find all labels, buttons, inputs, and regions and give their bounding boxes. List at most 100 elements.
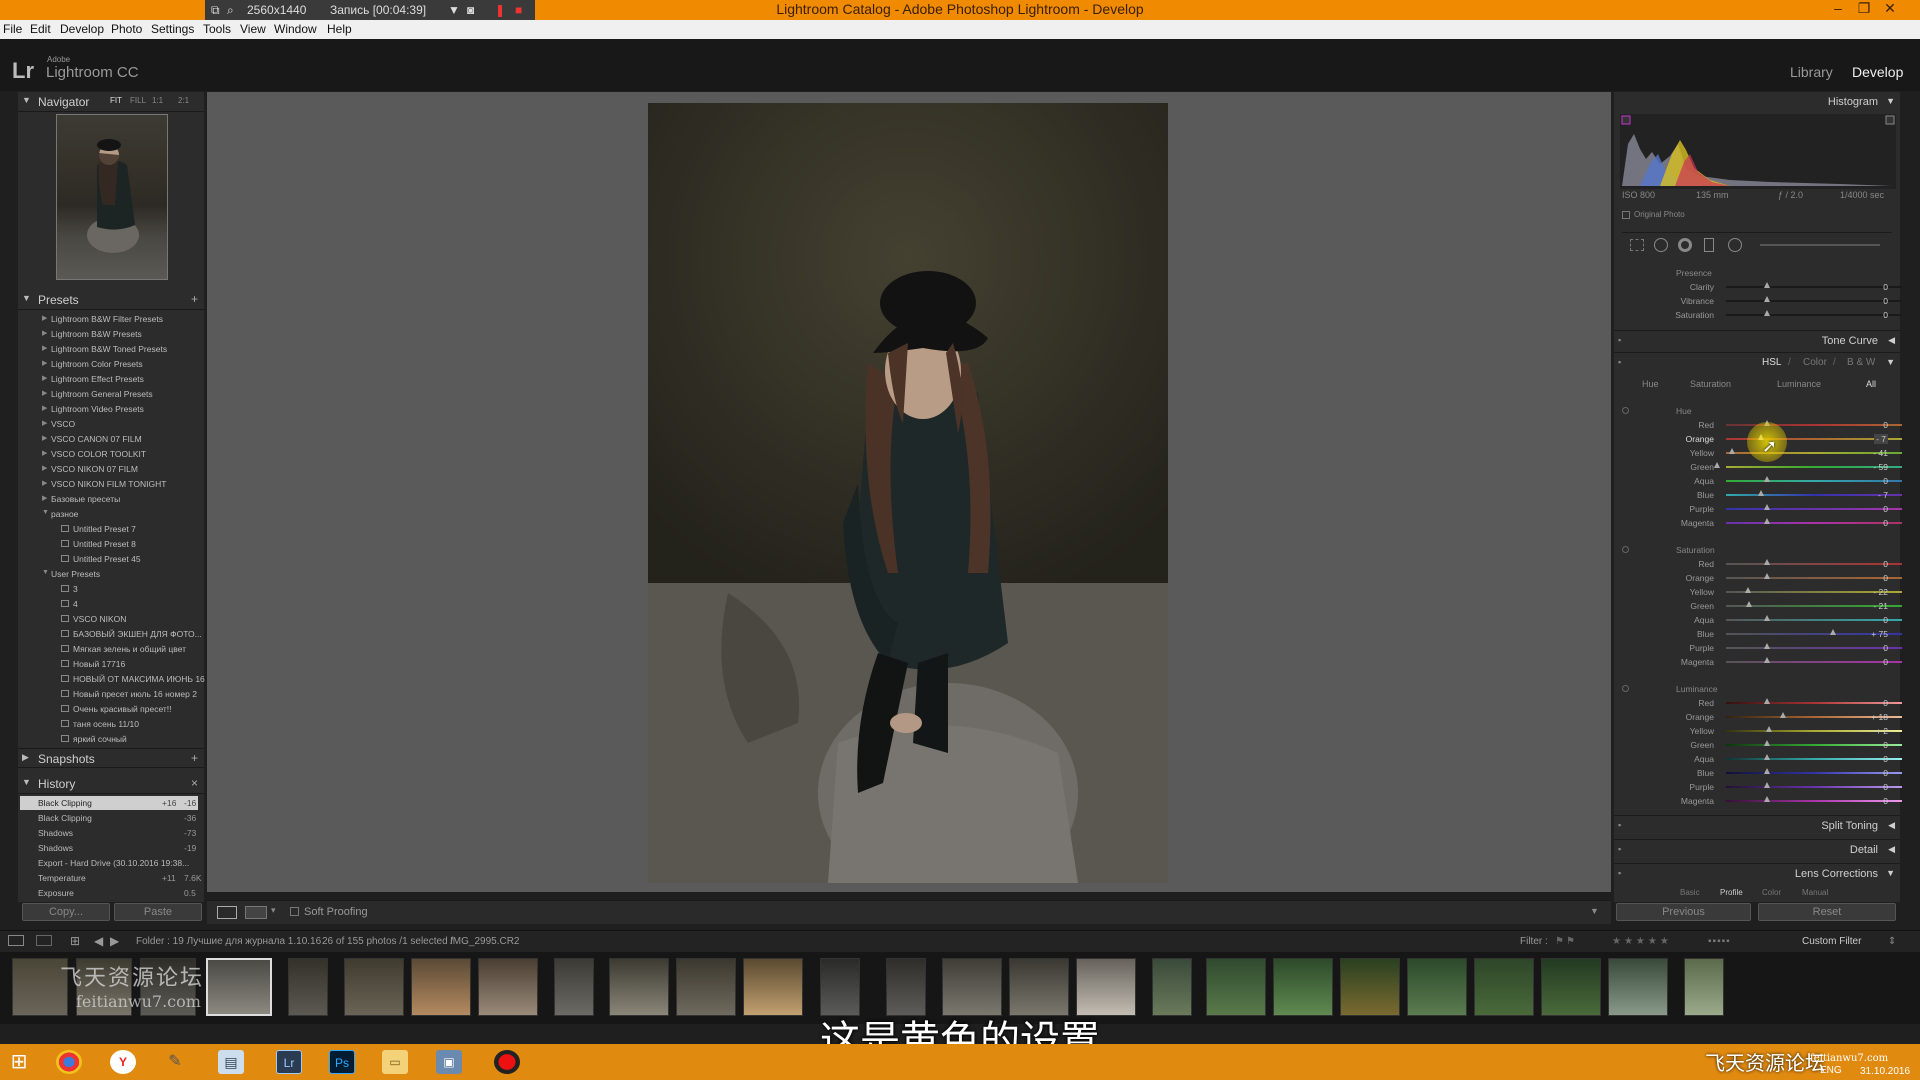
slider-track[interactable] xyxy=(1726,314,1902,316)
zoom-2to1[interactable]: 2:1 xyxy=(178,96,189,105)
selected-file[interactable]: IMG_2995.CR2 xyxy=(450,936,519,947)
preset-group[interactable]: ▶ Базовые пресеты xyxy=(42,494,120,504)
lum-magenta[interactable]: Magenta 0 xyxy=(1628,794,1902,808)
slider-track[interactable] xyxy=(1726,494,1902,496)
panel-switch-icon[interactable]: ▪ xyxy=(1618,820,1621,830)
image-viewer-icon[interactable]: ▣ xyxy=(436,1050,462,1074)
slider-thumb[interactable] xyxy=(1764,657,1770,663)
subtab-hue[interactable]: Hue xyxy=(1642,379,1659,389)
slider-thumb[interactable] xyxy=(1764,518,1770,524)
history-row[interactable]: Temperature +11 7.6K xyxy=(20,871,202,885)
slider-value[interactable]: 0 xyxy=(1883,504,1888,514)
slider-clarity[interactable]: Clarity 0 xyxy=(1628,280,1902,294)
module-develop[interactable]: Develop xyxy=(1852,64,1903,80)
menu-view[interactable]: View xyxy=(240,22,266,36)
slider-value[interactable]: - 7 xyxy=(1874,434,1888,444)
preset-item[interactable]: Untitled Preset 45 xyxy=(61,554,141,564)
navigator-thumbnail[interactable] xyxy=(56,114,168,280)
history-row[interactable]: Black Clipping -36 xyxy=(20,811,198,825)
slider-value[interactable]: - 7 xyxy=(1878,490,1888,500)
history-row-selected[interactable]: Black Clipping +16 -16 xyxy=(20,796,198,810)
slider-track[interactable] xyxy=(1726,744,1902,746)
recorder-pause-icon[interactable]: ❚ xyxy=(495,3,505,17)
lens-tab-manual[interactable]: Manual xyxy=(1802,888,1828,897)
original-photo-checkbox[interactable] xyxy=(1622,211,1630,219)
lum-green[interactable]: Green 0 xyxy=(1628,738,1902,752)
hue-magenta[interactable]: Magenta 0 xyxy=(1628,516,1902,530)
slider-thumb[interactable] xyxy=(1780,712,1786,718)
spot-removal-icon[interactable] xyxy=(1654,238,1668,252)
menu-window[interactable]: Window xyxy=(274,22,317,36)
sat-blue[interactable]: Blue + 75 xyxy=(1628,627,1902,641)
sat-yellow[interactable]: Yellow - 22 xyxy=(1628,585,1902,599)
slider-thumb[interactable] xyxy=(1764,782,1770,788)
preset-group[interactable]: ▶ VSCO NIKON 07 FILM xyxy=(42,464,138,474)
lum-purple[interactable]: Purple 0 xyxy=(1628,780,1902,794)
windows-start-icon[interactable]: ⊞ xyxy=(6,1050,32,1074)
slider-value[interactable]: 0 xyxy=(1883,559,1888,569)
slider-vibrance[interactable]: Vibrance 0 xyxy=(1628,294,1902,308)
preset-group[interactable]: ▶ Lightroom Effect Presets xyxy=(42,374,144,384)
preset-group[interactable]: ▶ Lightroom General Presets xyxy=(42,389,153,399)
preset-item[interactable]: Мягкая зелень и общий цвет xyxy=(61,644,186,654)
slider-value[interactable]: 0 xyxy=(1883,754,1888,764)
preset-item[interactable]: таня осень 11/10 xyxy=(61,719,139,729)
reset-button[interactable]: Reset xyxy=(1758,903,1896,921)
recorder-dropdown-icon[interactable]: ▼ xyxy=(448,3,460,17)
rating-filter-stars[interactable]: ★★★★★ xyxy=(1612,936,1672,947)
clear-history-button[interactable]: × xyxy=(191,776,198,790)
preset-item[interactable]: Untitled Preset 8 xyxy=(61,539,136,549)
target-adjust-icon[interactable] xyxy=(1622,685,1629,692)
slider-value[interactable]: - 21 xyxy=(1873,601,1888,611)
target-adjust-icon[interactable] xyxy=(1622,546,1629,553)
main-photo[interactable] xyxy=(648,103,1168,883)
previous-button[interactable]: Previous xyxy=(1616,903,1751,921)
navigator-header[interactable]: ▼ Navigator FIT FILL 1:1 2:1 xyxy=(18,92,204,112)
slider-thumb[interactable] xyxy=(1745,587,1751,593)
recorder-camera-icon[interactable]: ◙ xyxy=(467,3,474,17)
snapshots-header[interactable]: ▶ Snapshots + xyxy=(18,748,204,768)
yandex-icon[interactable]: Y xyxy=(110,1050,136,1074)
panel-switch-icon[interactable]: ▪ xyxy=(1618,335,1621,345)
chrome-icon[interactable] xyxy=(56,1050,82,1074)
paste-settings-button[interactable]: Paste xyxy=(114,903,202,921)
slider-track[interactable] xyxy=(1726,619,1902,621)
slider-track[interactable] xyxy=(1726,424,1902,426)
flag-filter-icon[interactable]: ⚑⚑ xyxy=(1555,936,1577,947)
history-row[interactable]: Shadows -73 xyxy=(20,826,198,840)
lens-corrections-header[interactable]: ▪ Lens Corrections ▼ xyxy=(1614,863,1900,883)
slider-track[interactable] xyxy=(1726,786,1902,788)
slider-track[interactable] xyxy=(1726,300,1902,302)
slider-value[interactable]: 0 xyxy=(1883,768,1888,778)
lightroom-taskbar-icon[interactable]: Lr xyxy=(276,1050,302,1074)
slider-track[interactable] xyxy=(1726,661,1902,663)
hue-blue[interactable]: Blue - 7 xyxy=(1628,488,1902,502)
slider-value[interactable]: 0 xyxy=(1883,657,1888,667)
lum-blue[interactable]: Blue 0 xyxy=(1628,766,1902,780)
slider-track[interactable] xyxy=(1726,758,1902,760)
slider-thumb[interactable] xyxy=(1758,490,1764,496)
preset-group[interactable]: ▶ Lightroom Color Presets xyxy=(42,359,143,369)
menu-file[interactable]: File xyxy=(3,22,22,36)
preset-item[interactable]: НОВЫЙ ОТ МАКСИМА ИЮНЬ 16 xyxy=(61,674,205,684)
sat-magenta[interactable]: Magenta 0 xyxy=(1628,655,1902,669)
add-snapshot-button[interactable]: + xyxy=(191,751,198,765)
history-row[interactable]: Export - Hard Drive (30.10.2016 19:38... xyxy=(20,856,198,870)
notepad-icon[interactable]: ▤ xyxy=(218,1050,244,1074)
histogram[interactable] xyxy=(1620,114,1896,189)
radial-filter-icon[interactable] xyxy=(1728,238,1742,252)
hue-green[interactable]: Green - 59 xyxy=(1628,460,1902,474)
subtab-all[interactable]: All xyxy=(1866,379,1876,389)
slider-value[interactable]: - 22 xyxy=(1873,587,1888,597)
slider-value[interactable]: 0 xyxy=(1883,420,1888,430)
zoom-fit[interactable]: FIT xyxy=(110,96,122,105)
preset-group[interactable]: ▶ VSCO CANON 07 FILM xyxy=(42,434,142,444)
preset-item[interactable]: Untitled Preset 7 xyxy=(61,524,136,534)
history-row[interactable]: Shadows -19 xyxy=(20,841,198,855)
grid-view-icon[interactable]: ⊞ xyxy=(70,934,80,948)
slider-value[interactable]: + 75 xyxy=(1871,629,1888,639)
recorder-stop-icon[interactable]: ■ xyxy=(515,3,522,17)
lum-yellow[interactable]: Yellow + 2 xyxy=(1628,724,1902,738)
slider-value[interactable]: 0 xyxy=(1883,740,1888,750)
preset-group-open[interactable]: ▼ User Presets xyxy=(42,569,100,579)
